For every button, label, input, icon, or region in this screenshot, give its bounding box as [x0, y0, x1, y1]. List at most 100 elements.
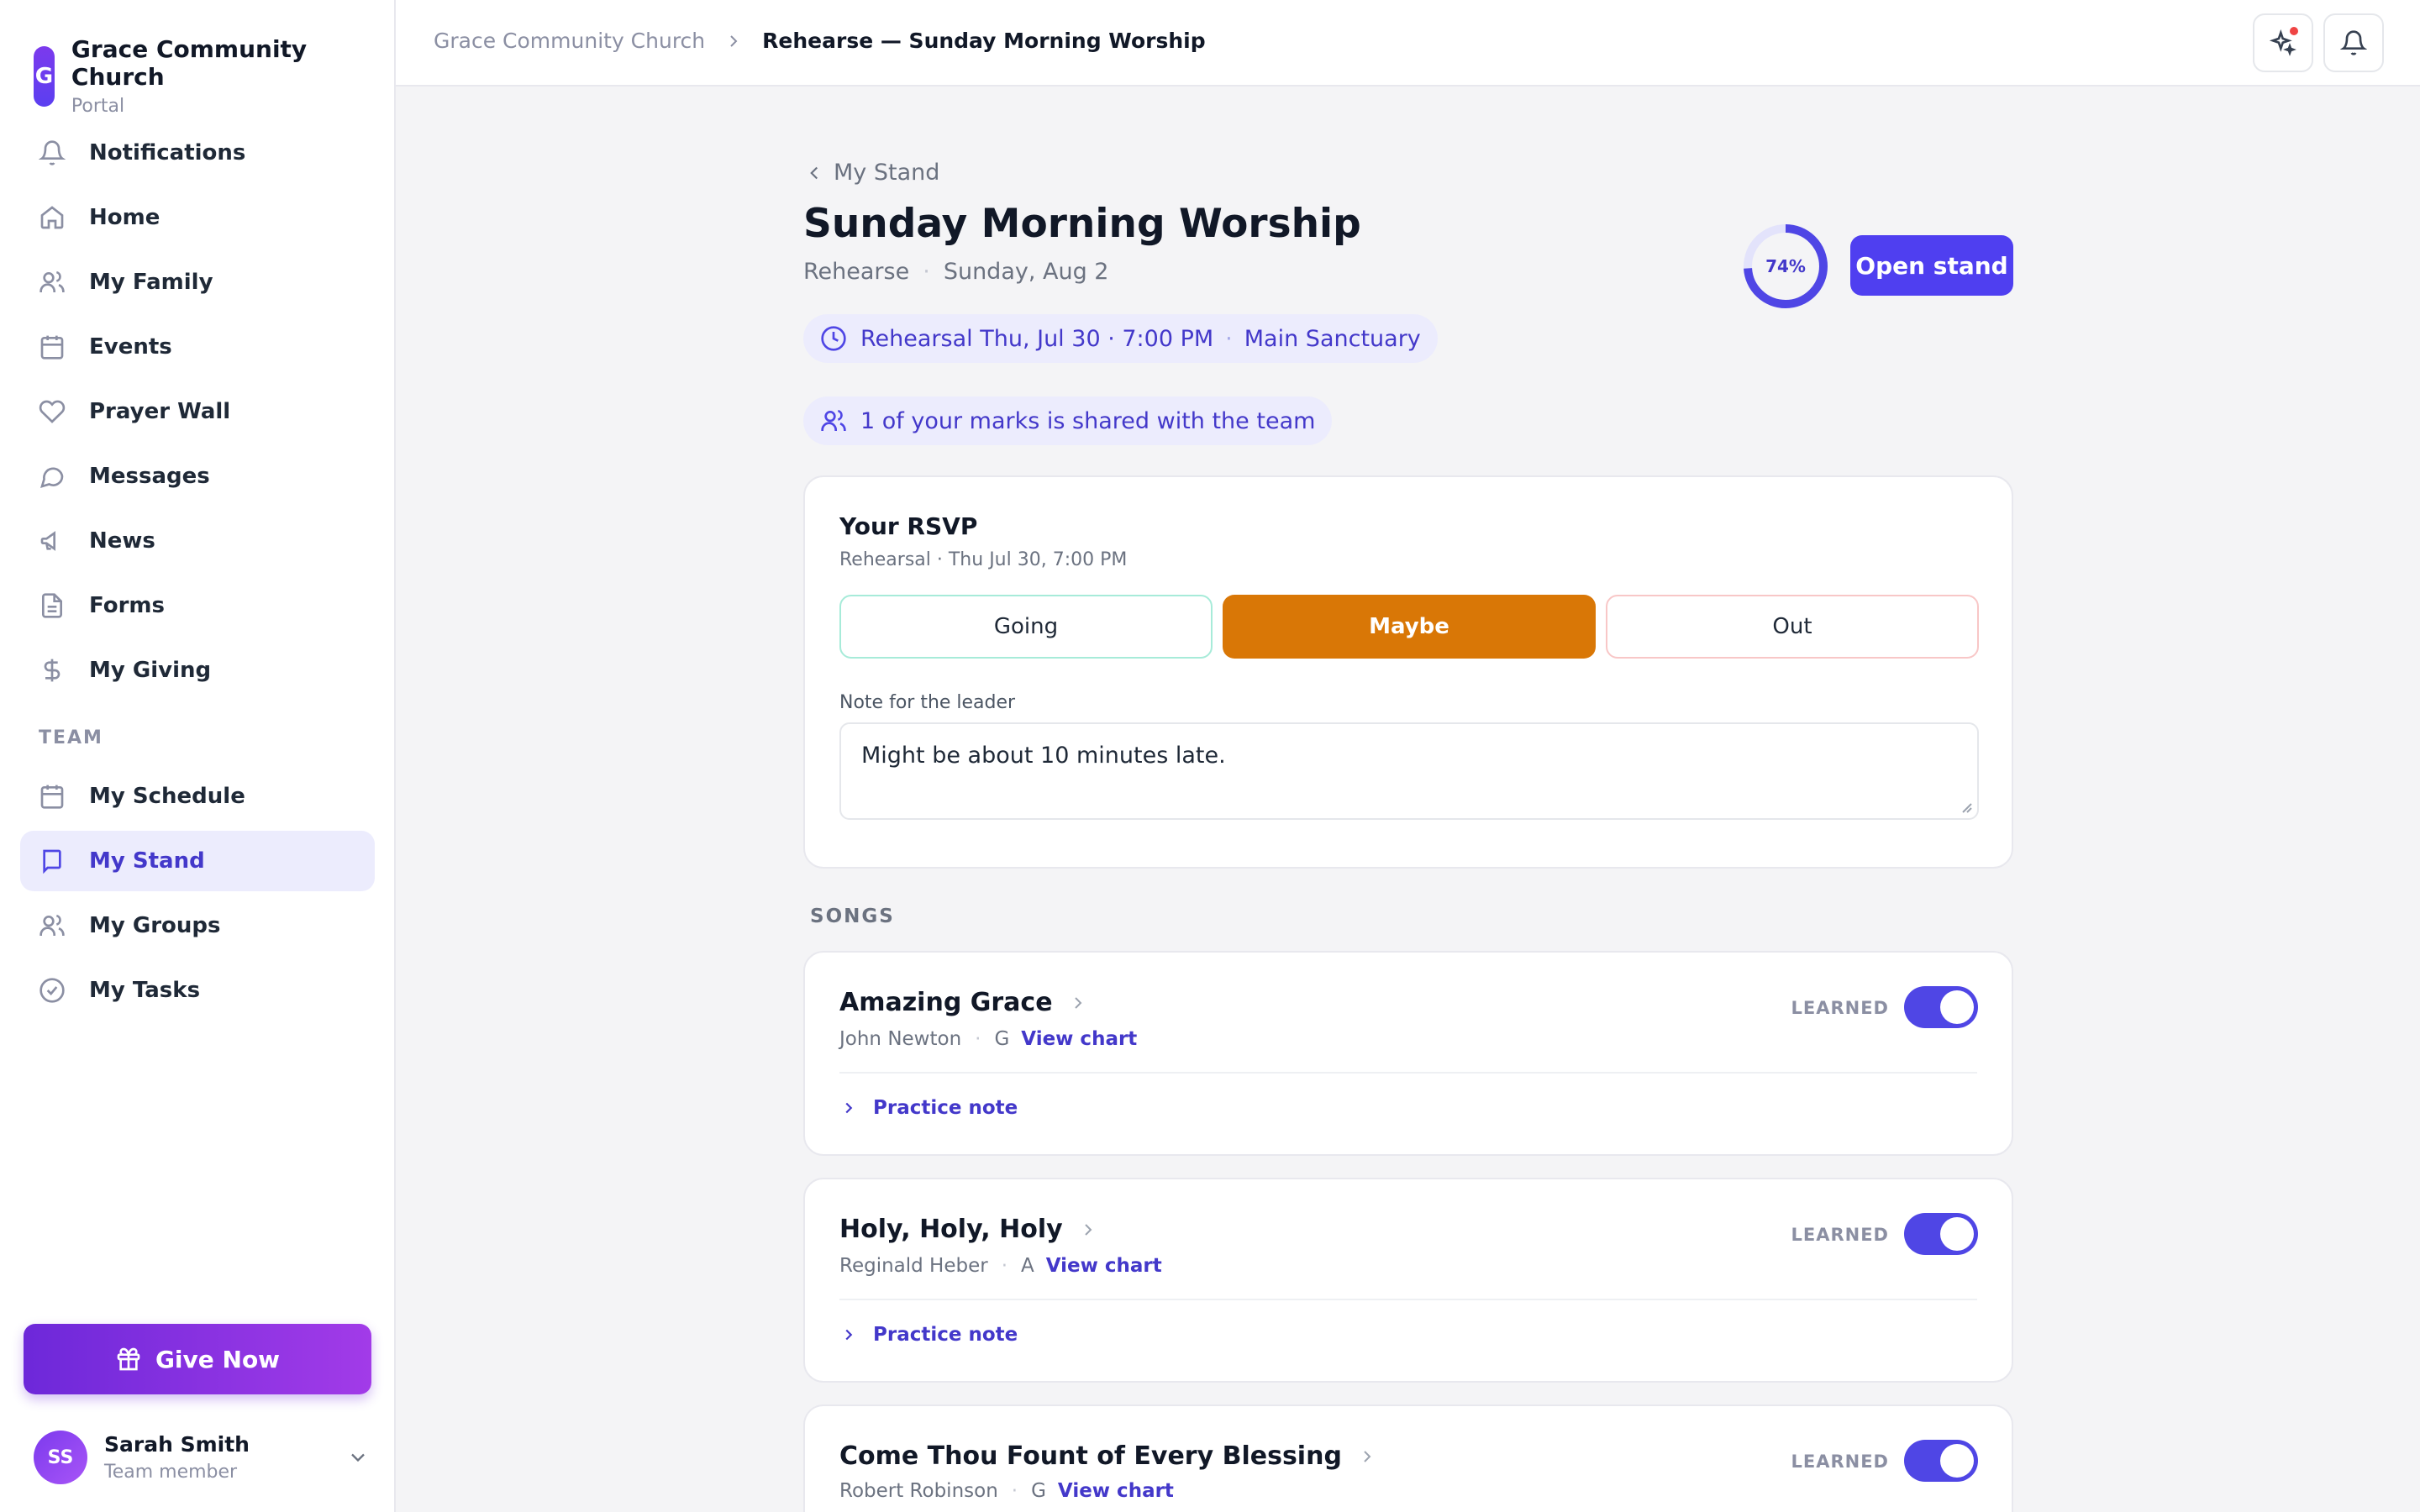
separator-dot: ·: [1225, 325, 1233, 352]
chevron-left-icon: [810, 166, 818, 179]
rsvp-maybe-button[interactable]: Maybe: [1223, 595, 1596, 659]
sidebar-item-forms[interactable]: Forms: [20, 575, 375, 636]
sidebar-item-my-stand[interactable]: My Stand: [20, 831, 375, 891]
sidebar-item-messages[interactable]: Messages: [20, 446, 375, 507]
bell-icon: [39, 140, 66, 165]
sidebar-item-label: My Family: [89, 270, 213, 295]
sidebar-item-news[interactable]: News: [20, 511, 375, 571]
give-now-label: Give Now: [155, 1345, 281, 1373]
gift-icon: [117, 1347, 140, 1371]
user-menu[interactable]: SS Sarah Smith Team member: [34, 1428, 370, 1487]
sidebar-item-my-family[interactable]: My Family: [20, 252, 375, 312]
event-mode: Rehearse: [803, 259, 910, 285]
separator-dot: ·: [1001, 1255, 1008, 1277]
clock-icon: [821, 326, 846, 351]
assistant-button[interactable]: [2253, 13, 2313, 72]
sidebar-item-my-schedule[interactable]: My Schedule: [20, 766, 375, 827]
notification-dot: [2290, 27, 2298, 35]
song-card: Amazing Grace John Newton · G View chart…: [803, 951, 2013, 1156]
sidebar: G Grace Community Church Portal Notifica…: [0, 0, 396, 1512]
rsvp-card: Your RSVP Rehearsal · Thu Jul 30, 7:00 P…: [803, 475, 2013, 869]
practice-note-label: Practice note: [873, 1324, 1018, 1346]
view-chart-link[interactable]: View chart: [1021, 1028, 1137, 1050]
back-link[interactable]: My Stand: [803, 160, 2013, 186]
team-nav: My Schedule My Stand My Groups My Tasks: [20, 766, 375, 1021]
sidebar-item-label: Notifications: [89, 140, 246, 165]
learned-label: LEARNED: [1791, 998, 1889, 1018]
separator-dot: ·: [1011, 1480, 1018, 1502]
sidebar-item-label: Home: [89, 205, 160, 230]
user-text: Sarah Smith Team member: [104, 1432, 346, 1483]
practice-note-toggle[interactable]: Practice note: [839, 1097, 1018, 1119]
check-circle-icon: [39, 978, 65, 1003]
sidebar-item-label: My Stand: [89, 848, 205, 874]
sidebar-item-label: Prayer Wall: [89, 399, 231, 424]
song-key: A: [1021, 1255, 1034, 1277]
song-title: Holy, Holy, Holy: [839, 1215, 1063, 1244]
progress-label: 74%: [1765, 256, 1806, 276]
give-now-button[interactable]: Give Now: [24, 1324, 371, 1394]
practice-note-toggle[interactable]: Practice note: [839, 1324, 1018, 1346]
resize-handle-icon[interactable]: [1959, 800, 1972, 813]
brand[interactable]: G Grace Community Church Portal: [34, 35, 394, 117]
brand-text: Grace Community Church Portal: [71, 35, 394, 117]
notifications-button[interactable]: [2323, 13, 2384, 72]
separator-dot: ·: [923, 259, 930, 285]
toggle-knob: [1940, 1444, 1974, 1478]
sidebar-item-my-groups[interactable]: My Groups: [20, 895, 375, 956]
calendar-icon: [40, 785, 64, 809]
sidebar-item-my-giving[interactable]: My Giving: [20, 640, 375, 701]
learned-toggle[interactable]: [1904, 986, 1978, 1028]
users-icon: [39, 270, 65, 292]
song-key: G: [1031, 1480, 1046, 1502]
nav-section-team: TEAM: [39, 727, 103, 748]
leader-note-value: Might be about 10 minutes late.: [861, 743, 1226, 769]
user-name: Sarah Smith: [104, 1432, 250, 1457]
progress-ring: 74%: [1741, 222, 1830, 311]
song-author: Reginald Heber: [839, 1255, 988, 1277]
shared-marks-pill: 1 of your marks is shared with the team: [803, 396, 1333, 445]
brand-logo: G: [34, 45, 55, 107]
learned-toggle[interactable]: [1904, 1213, 1978, 1255]
dollar-icon: [44, 659, 60, 682]
avatar: SS: [34, 1431, 87, 1484]
sidebar-item-label: Messages: [89, 464, 210, 489]
song-meta: Reginald Heber · A View chart: [839, 1255, 1162, 1277]
song-title-link[interactable]: Come Thou Fount of Every Blessing: [839, 1441, 1377, 1471]
song-author: Robert Robinson: [839, 1480, 998, 1502]
song-author: John Newton: [839, 1028, 962, 1050]
sidebar-item-home[interactable]: Home: [20, 187, 375, 248]
message-icon: [40, 467, 64, 488]
view-chart-link[interactable]: View chart: [1046, 1255, 1162, 1277]
song-title: Come Thou Fount of Every Blessing: [839, 1441, 1342, 1471]
chevron-right-icon: [1074, 996, 1081, 1009]
song-title-link[interactable]: Amazing Grace: [839, 988, 1088, 1017]
open-stand-button[interactable]: Open stand: [1850, 235, 2013, 296]
rsvp-subtitle: Rehearsal · Thu Jul 30, 7:00 PM: [839, 549, 1128, 570]
breadcrumb-root[interactable]: Grace Community Church: [434, 29, 705, 53]
event-subline: Rehearse · Sunday, Aug 2: [803, 259, 2013, 285]
sidebar-item-label: Events: [89, 334, 172, 360]
home-icon: [40, 206, 64, 229]
leader-note-textarea[interactable]: Might be about 10 minutes late.: [839, 722, 1979, 820]
song-title-link[interactable]: Holy, Holy, Holy: [839, 1215, 1098, 1244]
rsvp-going-button[interactable]: Going: [839, 595, 1213, 659]
chevron-right-icon: [845, 1329, 853, 1341]
rehearsal-location: Main Sanctuary: [1244, 325, 1421, 352]
song-title: Amazing Grace: [839, 988, 1053, 1017]
song-meta: Robert Robinson · G View chart: [839, 1480, 1174, 1502]
sidebar-item-prayer-wall[interactable]: Prayer Wall: [20, 381, 375, 442]
sidebar-item-my-tasks[interactable]: My Tasks: [20, 960, 375, 1021]
rehearsal-info-pill: Rehearsal Thu, Jul 30 · 7:00 PM · Main S…: [803, 314, 1438, 363]
sidebar-item-events[interactable]: Events: [20, 317, 375, 377]
chevron-down-icon: [351, 1453, 365, 1462]
rsvp-out-button[interactable]: Out: [1606, 595, 1979, 659]
song-meta: John Newton · G View chart: [839, 1028, 1137, 1050]
learned-toggle[interactable]: [1904, 1440, 1978, 1482]
sidebar-item-label: News: [89, 528, 155, 554]
songs-section-title: SONGS: [810, 906, 895, 927]
view-chart-link[interactable]: View chart: [1058, 1480, 1174, 1502]
sidebar-item-notifications[interactable]: Notifications: [20, 123, 375, 183]
user-role: Team member: [104, 1462, 238, 1483]
toggle-knob: [1940, 1217, 1974, 1251]
